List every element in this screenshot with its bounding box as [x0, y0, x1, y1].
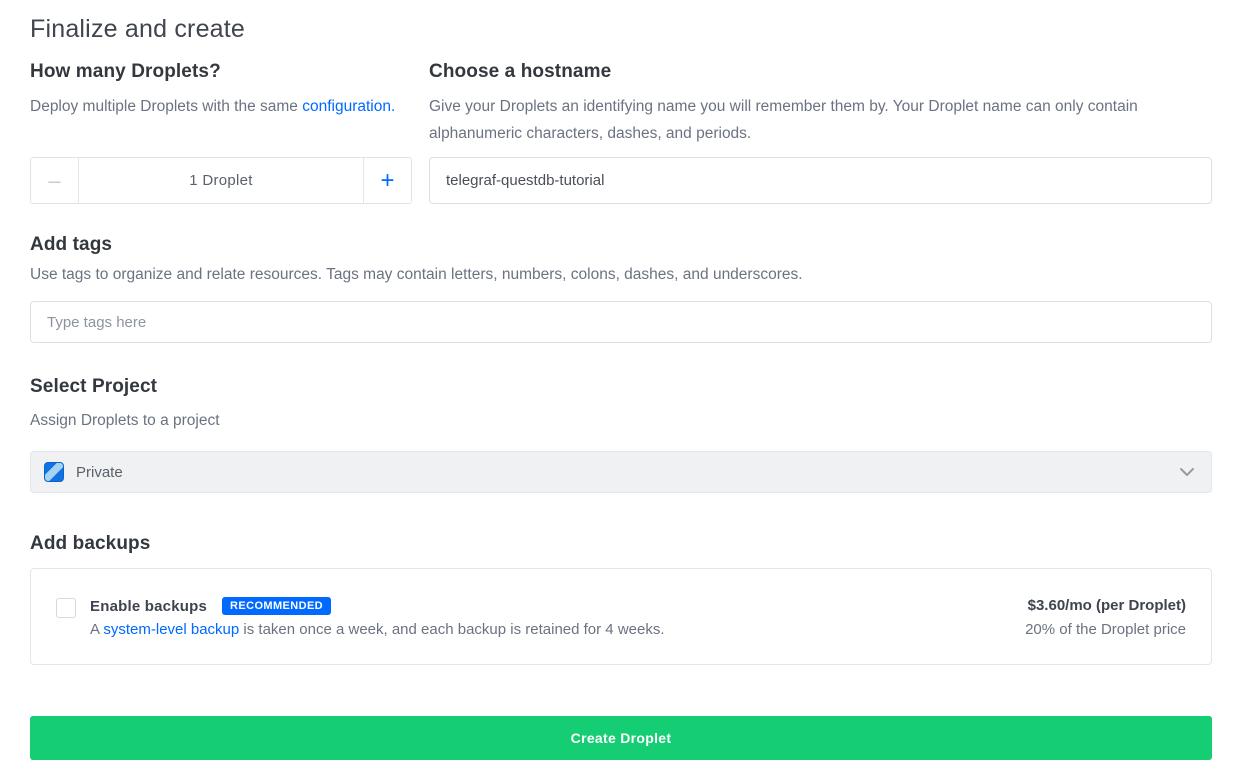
decrement-droplets-button[interactable]: – [31, 158, 79, 203]
project-icon [44, 462, 64, 482]
droplet-count-description-text: Deploy multiple Droplets with the same [30, 98, 302, 115]
project-select[interactable]: Private [30, 451, 1212, 493]
backups-price: $3.60/mo (per Droplet) [1025, 597, 1186, 615]
droplet-count-value: 1 Droplet [79, 158, 363, 203]
backups-description-prefix: A [90, 621, 103, 638]
backups-description: A system-level backup is taken once a we… [90, 620, 1025, 640]
increment-droplets-button[interactable]: + [363, 158, 411, 203]
droplet-count-heading: How many Droplets? [30, 60, 412, 84]
tags-input-wrap [30, 301, 1212, 343]
page-title: Finalize and create [30, 14, 1212, 44]
hostname-description: Give your Droplets an identifying name y… [429, 84, 1212, 157]
hostname-section: Choose a hostname Give your Droplets an … [429, 60, 1212, 204]
top-row: How many Droplets? Deploy multiple Dropl… [30, 60, 1212, 204]
droplet-count-description: Deploy multiple Droplets with the same c… [30, 84, 412, 157]
system-level-backup-link[interactable]: system-level backup [103, 621, 239, 638]
droplet-count-section: How many Droplets? Deploy multiple Dropl… [30, 60, 412, 204]
backups-description-suffix: is taken once a week, and each backup is… [239, 621, 664, 638]
tags-description: Use tags to organize and relate resource… [30, 265, 1212, 285]
backups-price-block: $3.60/mo (per Droplet) 20% of the Drople… [1025, 597, 1186, 639]
tags-section: Add tags Use tags to organize and relate… [30, 233, 1212, 343]
project-selected-label: Private [76, 464, 1179, 481]
backups-section: Add backups Enable backups RECOMMENDED A… [30, 532, 1212, 665]
backups-label-row: Enable backups RECOMMENDED [90, 597, 1025, 615]
chevron-down-icon [1179, 467, 1195, 477]
recommended-badge: RECOMMENDED [222, 597, 331, 615]
create-droplet-button[interactable]: Create Droplet [30, 716, 1212, 760]
project-section: Select Project Assign Droplets to a proj… [30, 375, 1212, 493]
hostname-heading: Choose a hostname [429, 60, 1212, 84]
tags-input[interactable] [30, 301, 1212, 343]
enable-backups-label: Enable backups [90, 598, 207, 615]
backups-price-note: 20% of the Droplet price [1025, 621, 1186, 639]
finalize-and-create-page: Finalize and create How many Droplets? D… [0, 0, 1237, 760]
droplet-count-stepper: – 1 Droplet + [30, 157, 412, 204]
backups-card: Enable backups RECOMMENDED A system-leve… [30, 568, 1212, 665]
project-heading: Select Project [30, 375, 1212, 399]
project-description: Assign Droplets to a project [30, 411, 1212, 431]
configuration-link[interactable]: configuration. [302, 98, 395, 115]
tags-heading: Add tags [30, 233, 1212, 257]
backups-main: Enable backups RECOMMENDED A system-leve… [90, 597, 1025, 640]
hostname-input[interactable] [429, 157, 1212, 204]
backups-heading: Add backups [30, 532, 1212, 556]
enable-backups-checkbox[interactable] [56, 598, 76, 618]
